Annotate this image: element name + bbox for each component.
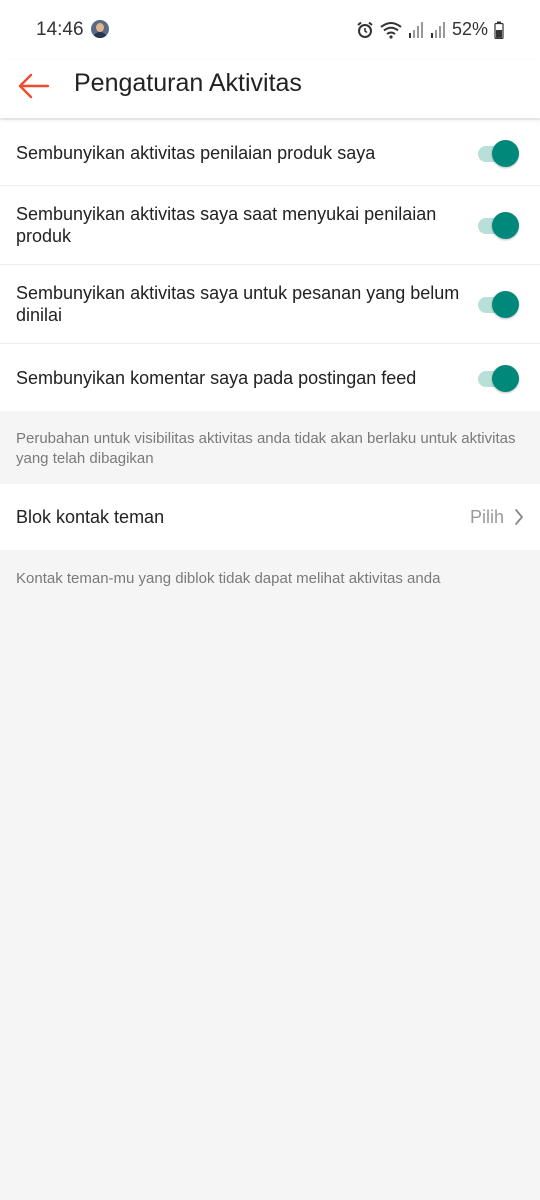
hide-like-activity-toggle[interactable] [476, 212, 520, 239]
arrow-left-icon [18, 73, 50, 99]
signal-icon [430, 21, 445, 38]
signal-icon [408, 21, 423, 38]
block-contacts-label: Blok kontak teman [16, 506, 165, 527]
toggle-label: Sembunyikan aktivitas saya saat menyukai… [16, 204, 437, 246]
toggle-row-like-review[interactable]: Sembunyikan aktivitas saya saat menyukai… [0, 186, 540, 265]
chevron-right-icon [515, 509, 523, 525]
toggle-label: Sembunyikan aktivitas saya untuk pesanan… [16, 283, 460, 325]
hide-unrated-orders-toggle[interactable] [476, 291, 520, 318]
activity-settings-list: Sembunyikan aktivitas penilaian produk s… [0, 120, 540, 411]
status-bar: 14:46 52% [0, 0, 540, 60]
hide-review-activity-toggle[interactable] [476, 139, 520, 167]
status-icons: 52% [356, 19, 504, 40]
toggle-row-product-review[interactable]: Sembunyikan aktivitas penilaian produk s… [0, 120, 540, 186]
battery-percentage: 52% [451, 19, 488, 39]
user-avatar-icon [91, 20, 109, 38]
alarm-icon [357, 21, 373, 38]
toggle-row-feed-comments[interactable]: Sembunyikan komentar saya pada postingan… [0, 344, 540, 411]
toggle-row-unrated-orders[interactable]: Sembunyikan aktivitas saya untuk pesanan… [0, 265, 540, 344]
block-contacts-value: Pilih [469, 506, 504, 527]
hide-feed-comments-toggle[interactable] [476, 364, 520, 392]
block-contacts-select[interactable]: Pilih [470, 484, 524, 550]
block-contacts-row[interactable]: Blok kontak teman Pilih [0, 484, 540, 550]
page-title: Pengaturan Aktivitas [74, 69, 302, 97]
visibility-note: Perubahan untuk visibilitas aktivitas an… [16, 430, 516, 467]
wifi-icon [380, 21, 402, 39]
battery-icon [494, 21, 504, 39]
back-button[interactable] [14, 66, 54, 106]
toggle-label: Sembunyikan aktivitas penilaian produk s… [16, 142, 376, 163]
block-contacts-note: Kontak teman-mu yang diblok tidak dapat … [16, 570, 441, 587]
toggle-label: Sembunyikan komentar saya pada postingan… [16, 367, 417, 388]
status-time: 14:46 [36, 19, 84, 40]
app-bar: Pengaturan Aktivitas [0, 60, 540, 118]
